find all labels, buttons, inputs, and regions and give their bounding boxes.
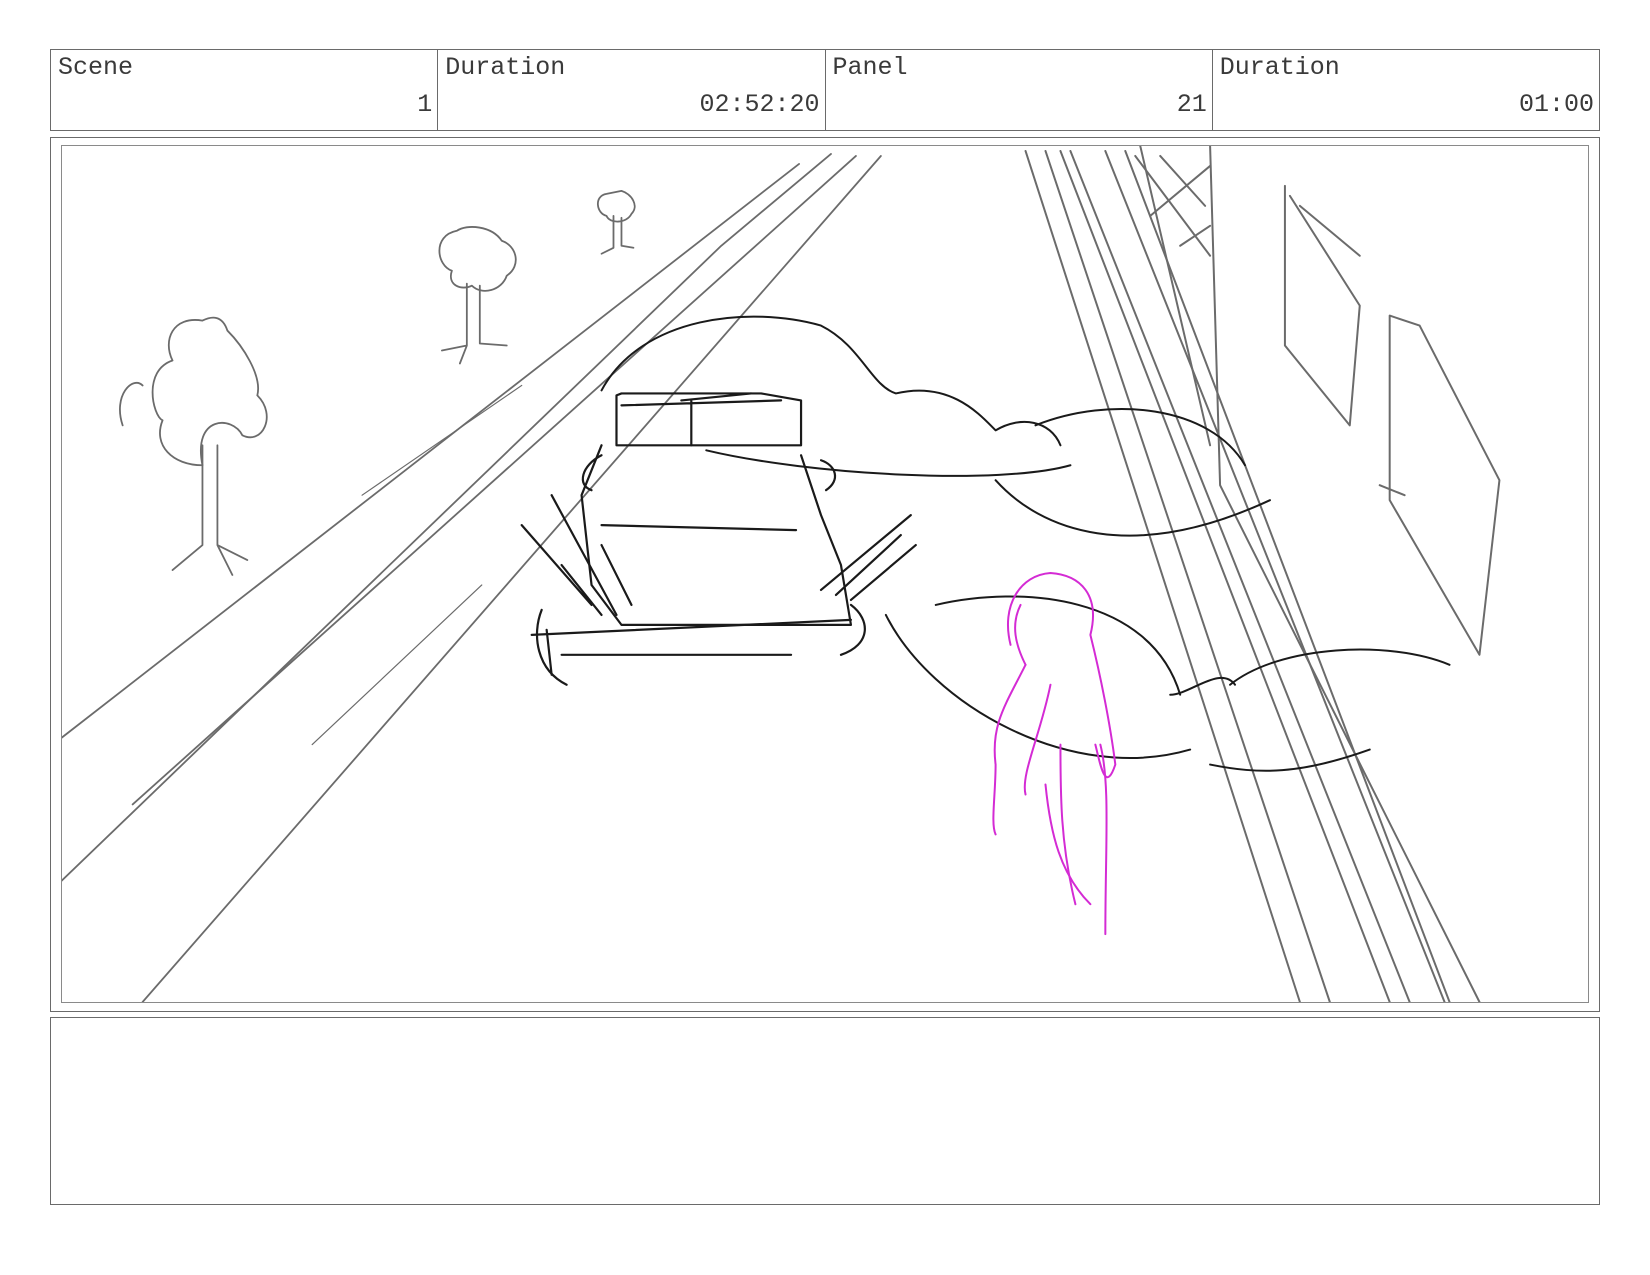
panel-number: 21 — [1176, 90, 1207, 119]
panel-info-header: Scene 1 Duration 02:52:20 Panel 21 Durat… — [50, 49, 1600, 131]
scene-number: 1 — [417, 90, 433, 119]
magenta-character — [992, 572, 1117, 936]
tree-large — [119, 316, 268, 576]
scene-cell: Scene 1 — [51, 50, 439, 130]
storyboard-sketch-area — [61, 145, 1589, 1003]
car-sketch — [520, 392, 917, 686]
storyboard-sketch — [62, 146, 1501, 1002]
panel-cell: Panel 21 — [826, 50, 1213, 130]
panel-duration-value: 01:00 — [1518, 90, 1594, 119]
tree-medium — [438, 226, 517, 365]
building-lines — [1024, 146, 1501, 1002]
panel-notes-box[interactable] — [50, 1017, 1600, 1205]
scene-duration-label: Duration — [445, 53, 566, 82]
scene-duration-cell: Duration 02:52:20 — [438, 50, 826, 130]
motion-trails — [600, 315, 1451, 772]
scene-duration-value: 02:52:20 — [699, 90, 820, 119]
road-lines — [62, 153, 882, 1002]
panel-label: Panel — [832, 53, 908, 82]
tree-small — [597, 189, 636, 255]
panel-duration-cell: Duration 01:00 — [1213, 50, 1599, 130]
panel-duration-label: Duration — [1219, 53, 1340, 82]
scene-label: Scene — [58, 53, 134, 82]
